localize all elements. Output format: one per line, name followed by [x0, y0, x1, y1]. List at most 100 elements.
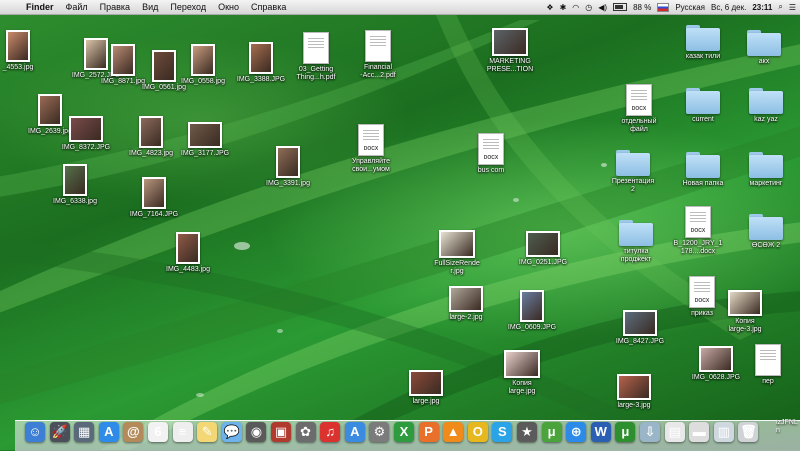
desktop-item[interactable]: DOCX bus com	[451, 133, 531, 175]
trash-dock-icon[interactable]: 🗑	[738, 422, 759, 442]
desktop-item[interactable]: kaz yaz	[726, 88, 800, 124]
hard-drive-dock-icon[interactable]: ▬	[689, 422, 710, 442]
itunes-dock-icon[interactable]: ♫	[320, 422, 341, 442]
photo-thumbnail-icon	[623, 310, 657, 336]
spotlight-search-icon[interactable]: ⌕	[778, 2, 782, 12]
notification-center-icon[interactable]: ☰	[789, 3, 796, 12]
desktop-item[interactable]: IMG_7164.JPG	[114, 177, 194, 219]
desktop-item[interactable]: Копия large.jpg	[482, 350, 562, 396]
battery-icon[interactable]	[613, 3, 628, 11]
stack-dock-icon[interactable]: ▥	[713, 422, 734, 442]
photo-thumbnail-icon	[617, 374, 651, 400]
input-language[interactable]: Русская	[675, 3, 705, 12]
desktop-item[interactable]: _4553.jpg	[0, 30, 58, 72]
system-preferences-dock-icon[interactable]: ⚙	[369, 422, 390, 442]
desktop-item[interactable]: IMG_3177.JPG	[165, 122, 245, 158]
desktop-item[interactable]: ӨСӨЖ 2	[726, 214, 800, 250]
menu-bar: Finder Файл Правка Вид Переход Окно Спра…	[0, 0, 800, 15]
desktop-item-label: IMG_8427.JPG	[615, 338, 665, 345]
desktop-item[interactable]: DOCX Управляйте свои...умом	[331, 124, 411, 174]
photo-thumbnail-icon	[449, 286, 483, 312]
app-store-dock-icon[interactable]: A	[98, 422, 119, 442]
torrent-dock-icon[interactable]: μ	[541, 422, 562, 442]
iphoto-dock-icon[interactable]: ✿	[295, 422, 316, 442]
launchpad-dock-icon[interactable]: 🚀	[49, 422, 70, 442]
vlc-dock-icon[interactable]: ▲	[443, 422, 464, 442]
volume-icon[interactable]: ◀)	[598, 3, 607, 12]
menu-file[interactable]: Файл	[60, 2, 94, 12]
desktop-item[interactable]: IMG_8427.JPG	[600, 310, 680, 346]
folder-icon	[749, 152, 783, 178]
menu-help[interactable]: Справка	[245, 2, 292, 12]
folder-icon	[619, 220, 653, 246]
desktop-item[interactable]: MARKETING PRESE...TION	[470, 28, 550, 74]
photo-thumbnail-icon	[439, 230, 475, 258]
desktop-item-label: маркетинг	[749, 180, 783, 187]
document-icon	[365, 30, 391, 62]
desktop-item[interactable]: Копия large-3.jpg	[705, 290, 785, 334]
contacts-dock-icon[interactable]: @	[123, 422, 144, 442]
mission-control-dock-icon[interactable]: ▦	[74, 422, 95, 442]
desktop-item-label: IMG_3391.jpg	[266, 180, 310, 187]
photo-thumbnail-icon	[142, 177, 166, 209]
desktop-item[interactable]: Презентация 2	[593, 150, 673, 194]
date[interactable]: Вс, 6 дек.	[711, 3, 746, 12]
finder-dock-icon[interactable]: ☺	[25, 422, 45, 442]
desktop-item[interactable]: IMG_4483.jpg	[148, 232, 228, 274]
menu-view[interactable]: Вид	[136, 2, 164, 12]
outlook-dock-icon[interactable]: O	[467, 422, 488, 442]
reminders-dock-icon[interactable]: ≡	[172, 422, 193, 442]
folder-icon	[749, 214, 783, 240]
calendar-dock-icon[interactable]: 6	[148, 422, 168, 442]
desktop-item-label: IMG_3177.JPG	[180, 150, 230, 157]
desktop-item[interactable]: Financial -Acc...2.pdf	[338, 30, 418, 80]
documents-stack-dock-icon[interactable]: ▤	[664, 422, 685, 442]
desktop-item[interactable]: large-3.jpg	[594, 374, 674, 410]
skype-dock-icon[interactable]: S	[492, 422, 513, 442]
powerpoint-dock-icon[interactable]: P	[418, 422, 439, 442]
desktop-item-label: IMG_7164.JPG	[129, 211, 179, 218]
excel-dock-icon[interactable]: X	[394, 422, 414, 442]
menu-edit[interactable]: Правка	[94, 2, 136, 12]
desktop-item-label: пер	[762, 378, 774, 385]
desktop-item-label: IMG_0251.JPG	[518, 259, 568, 266]
desktop-item[interactable]: IMG_3391.jpg	[248, 146, 328, 188]
photo-thumbnail-icon	[6, 30, 30, 62]
menu-go[interactable]: Переход	[164, 2, 212, 12]
desktop-item[interactable]: IMG_6338.jpg	[35, 164, 115, 206]
flag-icon[interactable]	[657, 2, 670, 12]
document-icon: DOCX	[478, 133, 504, 165]
facetime-dock-icon[interactable]: ◉	[246, 422, 267, 442]
photo-thumbnail-icon	[276, 146, 300, 178]
time-machine-icon[interactable]: ◷	[585, 3, 592, 12]
desktop-item[interactable]: IMG_0609.JPG	[492, 290, 572, 332]
photo-thumbnail-icon	[249, 42, 273, 74]
word-dock-icon[interactable]: W	[590, 422, 611, 442]
desktop-item-label: ӨСӨЖ 2	[751, 242, 781, 249]
desktop-item-label: Копия large.jpg	[508, 380, 536, 395]
dropbox-icon[interactable]: ❖	[546, 3, 553, 12]
desktop-item[interactable]: FullSizeRende r.jpg	[417, 230, 497, 276]
notes-dock-icon[interactable]: ✎	[197, 422, 218, 442]
menu-window[interactable]: Окно	[212, 2, 245, 12]
downloads-stack-dock-icon[interactable]: ⇩	[640, 422, 660, 442]
menu-app-name[interactable]: Finder	[20, 2, 60, 12]
app-store-blue-dock-icon[interactable]: A	[344, 422, 365, 442]
safari-dock-icon[interactable]: ⊕	[566, 422, 587, 442]
photo-thumbnail-icon	[139, 116, 163, 148]
photo-booth-dock-icon[interactable]: ▣	[271, 422, 291, 442]
desktop-item[interactable]: large.jpg	[386, 370, 466, 406]
clock[interactable]: 23:11	[752, 3, 772, 12]
desktop-item[interactable]: пер	[728, 344, 800, 386]
desktop-item[interactable]: акх	[724, 30, 800, 66]
desktop-item[interactable]: IMG_0251.JPG	[503, 231, 583, 267]
document-icon: DOCX	[358, 124, 384, 156]
utorrent-dock-icon[interactable]: μ	[615, 422, 636, 442]
messages-dock-icon[interactable]: 💬	[221, 422, 242, 442]
imovie-dock-icon[interactable]: ★	[517, 422, 537, 442]
dock: ☺ 🚀 ▦ A @6 ≡ ✎ 💬 ◉ ▣ ✿ ♫ A ⚙ X P ▲ O S ★ μ ⊕ Wμ ⇩ ▤ ▬ ▥ 🗑	[15, 420, 800, 451]
wifi-icon[interactable]: ◠	[572, 3, 579, 12]
desktop-item[interactable]: маркетинг	[726, 152, 800, 188]
desktop-item-label: large-3.jpg	[617, 402, 651, 409]
bluetooth-icon[interactable]: ✱	[560, 3, 567, 12]
